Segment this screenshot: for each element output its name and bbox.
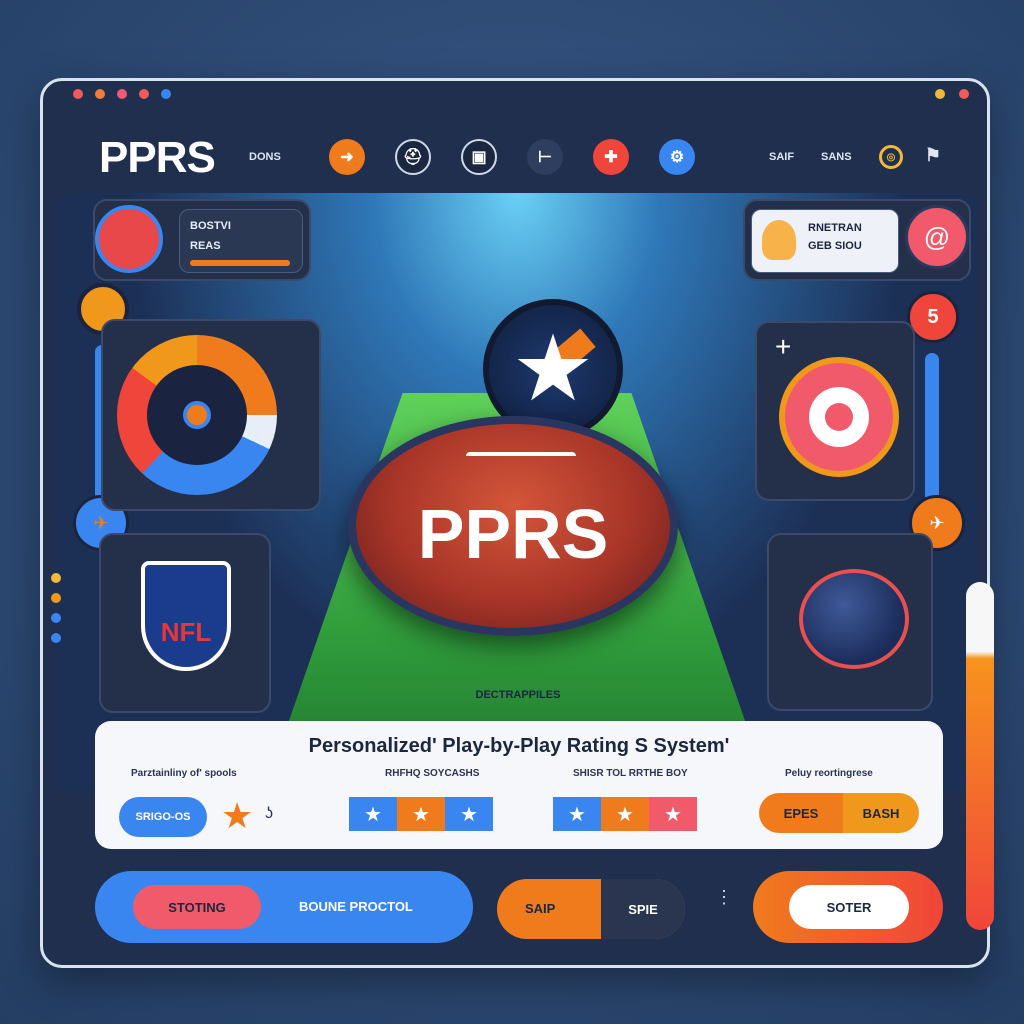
traffic-light-4[interactable] [139, 89, 149, 99]
blue-action-group: STOTING BOUNE PROCTOL [95, 871, 473, 943]
medical-icon[interactable]: ✚ [593, 139, 629, 175]
bash-button[interactable]: BASH [843, 793, 919, 833]
spie-button[interactable]: SPIE [601, 879, 685, 939]
settings-badge-icon[interactable]: @ [905, 205, 969, 269]
right-top-panel: RNETRAN GEB SIOU @ [743, 199, 971, 281]
rating-group-b[interactable]: ★ ★ ★ [553, 797, 697, 831]
nav-link-saif[interactable]: SAIF [769, 151, 794, 163]
col-label-1: Parztainliny of' spools [131, 768, 237, 779]
screen-icon[interactable]: ▣ [461, 139, 497, 175]
side-dot-2 [51, 593, 61, 603]
rating-group-a[interactable]: ★ ★ ★ [349, 797, 493, 831]
app-window: PPRS DONS ➜ ⛑ ▣ ⊢ ✚ ⚙ SAIF SANS ◎ ⚑ BOST… [40, 78, 990, 968]
left-chart-panel [101, 319, 321, 511]
football-laces [466, 452, 576, 466]
col-label-4: Peluy reortingrese [785, 768, 873, 779]
target-ring-inner [825, 403, 853, 431]
soter-button[interactable]: SOTER [789, 885, 909, 929]
football-logo: PPRS [348, 416, 678, 636]
right-card-line2: GEB SIOU [808, 240, 862, 252]
rating-system-title: Personalized' Play-by-Play Rating S Syst… [308, 735, 730, 757]
target-icon[interactable]: ◎ [879, 145, 903, 169]
right-top-card[interactable]: RNETRAN GEB SIOU [751, 209, 899, 273]
team-logo-icon[interactable] [95, 205, 163, 273]
side-dot-4 [51, 633, 61, 643]
epes-button[interactable]: EPES [759, 793, 843, 833]
stoting-button[interactable]: STOTING [133, 885, 261, 929]
nfl-panel: NFL [99, 533, 271, 713]
star-glyph: ★ [511, 318, 595, 420]
left-card-line2: REAS [190, 240, 221, 252]
saip-spie-group: SAIP SPIE [497, 879, 685, 939]
rating-b-star-1[interactable]: ★ [553, 797, 601, 831]
traffic-light-1[interactable] [73, 89, 83, 99]
rating-system-card: Personalized' Play-by-Play Rating S Syst… [95, 721, 943, 849]
col-label-2: RHFHQ SOYCASHS [385, 768, 480, 779]
left-card-progress [190, 260, 290, 266]
left-top-panel: BOSTVI REAS [93, 199, 311, 281]
arrow-icon[interactable]: ➜ [329, 139, 365, 175]
left-rating-pill[interactable]: SRIGO-OS [119, 797, 207, 837]
ball-text: PPRS [417, 495, 609, 573]
soter-group: SOTER [753, 871, 943, 943]
app-logo[interactable]: PPRS [99, 133, 216, 183]
side-dot-1 [51, 573, 61, 583]
traffic-light-2[interactable] [95, 89, 105, 99]
rating-a-star-1[interactable]: ★ [349, 797, 397, 831]
right-card-line1: RNETRAN [808, 222, 862, 234]
rating-b-star-3[interactable]: ★ [649, 797, 697, 831]
traffic-light-3[interactable] [117, 89, 127, 99]
nfl-shield[interactable]: NFL [141, 561, 231, 671]
window-light-red[interactable] [959, 89, 969, 99]
side-dot-3 [51, 613, 61, 623]
helmet-panel [767, 533, 933, 711]
plus-icon[interactable]: + [775, 331, 791, 363]
donut-center-target [183, 401, 211, 429]
right-target-panel: + [755, 321, 915, 501]
share-icon[interactable]: ⚙ [659, 139, 695, 175]
left-card-line1: BOSTVI [190, 220, 231, 232]
title-bar [43, 81, 987, 107]
boune-proctol-label[interactable]: BOUNE PROCTOL [299, 899, 413, 914]
rating-b-star-2[interactable]: ★ [601, 797, 649, 831]
lightbulb-icon [762, 220, 796, 260]
hook-icon: ʖ [265, 805, 273, 822]
rating-a-star-3[interactable]: ★ [445, 797, 493, 831]
orange-star-icon[interactable]: ★ [221, 795, 253, 837]
ribbon-caption: DECTRAPPILES [475, 689, 561, 701]
network-icon[interactable]: ⊢ [527, 139, 563, 175]
nav-link-dons[interactable]: DONS [249, 151, 281, 163]
window-light-yellow[interactable] [935, 89, 945, 99]
helmet-icon-large[interactable] [799, 569, 909, 669]
rating-a-star-2[interactable]: ★ [397, 797, 445, 831]
saip-button[interactable]: SAIP [525, 901, 555, 916]
col-label-3: SHISR TOL RRTHE BOY [573, 768, 688, 779]
nav-link-sans[interactable]: SANS [821, 151, 852, 163]
helmet-icon[interactable]: ⛑ [395, 139, 431, 175]
traffic-light-5[interactable] [161, 89, 171, 99]
menu-lines-icon[interactable]: ⋮ [715, 888, 733, 906]
outer-vertical-slider[interactable] [966, 582, 994, 930]
left-top-card[interactable]: BOSTVI REAS [179, 209, 303, 273]
nfl-badge-text: NFL [160, 617, 212, 647]
right-slider-track[interactable] [925, 353, 939, 503]
flag-icon[interactable]: ⚑ [919, 141, 947, 169]
bottom-action-bar: STOTING BOUNE PROCTOL SAIP SPIE ⋮ SOTER [95, 871, 943, 961]
